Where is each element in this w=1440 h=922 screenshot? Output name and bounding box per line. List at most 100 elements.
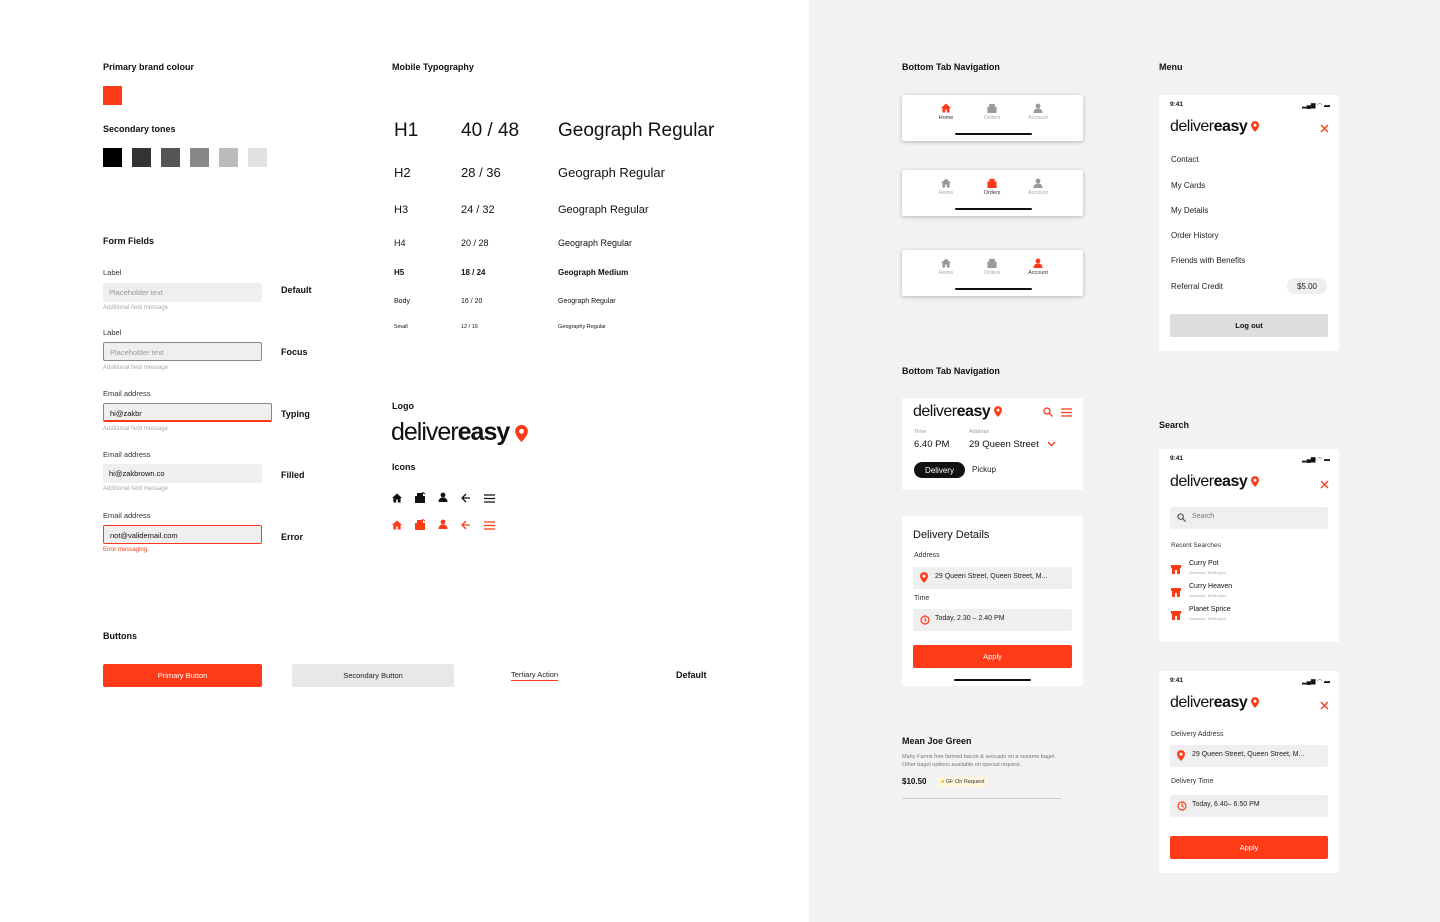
type-name: H4 [394,238,406,248]
logo-text-light: deliver [1170,118,1214,135]
credit-badge: $5.00 [1287,278,1327,294]
typing-input[interactable]: hi@zakbr [103,403,272,422]
filled-input[interactable]: hi@zakbrown.co [103,464,262,483]
home-icon [941,178,951,188]
product-name[interactable]: Mean Joe Green [902,736,972,746]
field-label: Email address [103,389,151,398]
tab-label: Account [1028,190,1048,196]
menu-item-my-cards[interactable]: My Cards [1171,181,1205,190]
home-indicator [954,679,1031,681]
logout-button[interactable]: Log out [1170,314,1328,337]
location-pin-icon [1251,121,1260,133]
logo-text-light: deliver [391,418,459,446]
apply-button[interactable]: Apply [1170,836,1328,859]
type-name: H5 [394,268,405,277]
home-indicator [955,133,1032,135]
default-input[interactable]: Placeholder text [103,283,262,302]
close-icon[interactable] [1320,701,1329,710]
tab-orders[interactable]: Orders [972,178,1012,196]
logo: delivereasy [913,403,1003,421]
field-message: Additional field message [103,426,169,432]
tab-orders[interactable]: Orders [972,103,1012,121]
delivery-address-field[interactable]: 29 Queen Street, Queen Street, M... [1170,745,1328,767]
divider [902,798,1061,799]
logo-text-bold: easy [457,418,511,446]
pickup-toggle[interactable]: Pickup [972,465,996,474]
result-name[interactable]: Curry Pot [1189,560,1219,567]
address-label: Address [914,552,940,559]
store-icon [1171,588,1181,597]
menu-item-my-details[interactable]: My Details [1171,206,1208,215]
clock-icon [920,615,930,625]
type-size: 20 / 28 [461,238,489,248]
delivery-toggle[interactable]: Delivery [914,462,965,478]
tab-bar-account-active: Home Orders Account [902,250,1083,296]
close-icon[interactable] [1320,124,1329,133]
error-input[interactable]: not@validemail.com [103,525,262,544]
tone-swatch [103,148,122,167]
secondary-button[interactable]: Secondary Button [292,664,454,687]
menu-item-friends[interactable]: Friends with Benefits [1171,256,1245,265]
address-value[interactable]: 29 Queen Street [969,439,1039,450]
tab-home[interactable]: Home [926,178,966,196]
tab-home[interactable]: Home [926,103,966,121]
error-message: Error messaging [103,547,148,553]
tab-account[interactable]: Account [1018,258,1058,276]
result-name[interactable]: Curry Heaven [1189,583,1232,590]
tone-swatch [190,148,209,167]
store-icon [1171,565,1181,574]
type-font: Geograph Regular [558,120,715,141]
logo-text-light: deliver [913,403,957,420]
state-label: Focus [281,347,308,357]
components-panel: Bottom Tab Navigation Home Orders Accoun… [809,0,1440,922]
address-field[interactable]: 29 Queen Street, Queen Street, M... [913,567,1072,589]
menu-icon[interactable] [1061,408,1072,417]
delivery-time-label: Delivery Time [1171,778,1214,785]
menu-item-order-history[interactable]: Order History [1171,231,1219,240]
home-icon [392,520,402,530]
tone-swatch [248,148,267,167]
result-name[interactable]: Planet Sprice [1189,606,1231,613]
time-field[interactable]: Today, 2.30 – 2.40 PM [913,609,1072,631]
logo: delivereasy [1170,694,1260,712]
tertiary-action[interactable]: Tertiary Action [511,670,559,681]
search-icon[interactable] [1043,407,1053,417]
focus-input[interactable]: Placeholder text [103,342,262,361]
home-icon [941,258,951,268]
type-name: H2 [394,165,411,180]
menu-item-referral-credit[interactable]: Referral Credit [1171,282,1223,291]
search-input[interactable]: Search [1170,507,1328,529]
status-icons: ▂▄▆ ◠ ▬ [1302,103,1331,109]
tone-swatch [161,148,180,167]
chevron-down-icon[interactable] [1047,441,1056,447]
tab-label: Orders [983,270,1001,276]
tab-label: Home [938,270,954,276]
primary-button[interactable]: Primary Button [103,664,262,687]
badge-label: GF On Request [945,779,985,785]
location-pin-icon [1251,476,1260,488]
apply-button[interactable]: Apply [913,645,1072,668]
tab-label: Account [1028,115,1048,121]
menu-heading: Menu [1159,62,1183,72]
location-pin-icon [1177,750,1185,761]
tab-account[interactable]: Account [1018,178,1058,196]
logo: delivereasy [391,418,529,447]
result-location: Newtown, Wellington [1189,616,1227,621]
time-label: Time [914,595,930,602]
account-icon [1033,103,1043,113]
address-value: 29 Queen Street, Queen Street, M... [935,573,1048,580]
logo-text-bold: easy [1213,473,1248,490]
type-size: 16 / 20 [461,298,483,305]
logo: delivereasy [1170,118,1260,136]
tab-home[interactable]: Home [926,258,966,276]
time-value[interactable]: 6.40 PM [914,439,949,450]
menu-icon [484,521,495,530]
close-icon[interactable] [1320,480,1329,489]
tab-orders[interactable]: Orders [972,258,1012,276]
delivery-time-field[interactable]: Today, 6.40– 6.50 PM [1170,795,1328,817]
menu-item-contact[interactable]: Contact [1171,155,1199,164]
menu-icon [484,494,495,503]
product-description: Mahy Farms free farmed bacon & avocado o… [902,754,1056,769]
tab-account[interactable]: Account [1018,103,1058,121]
tab-label: Account [1028,270,1048,276]
